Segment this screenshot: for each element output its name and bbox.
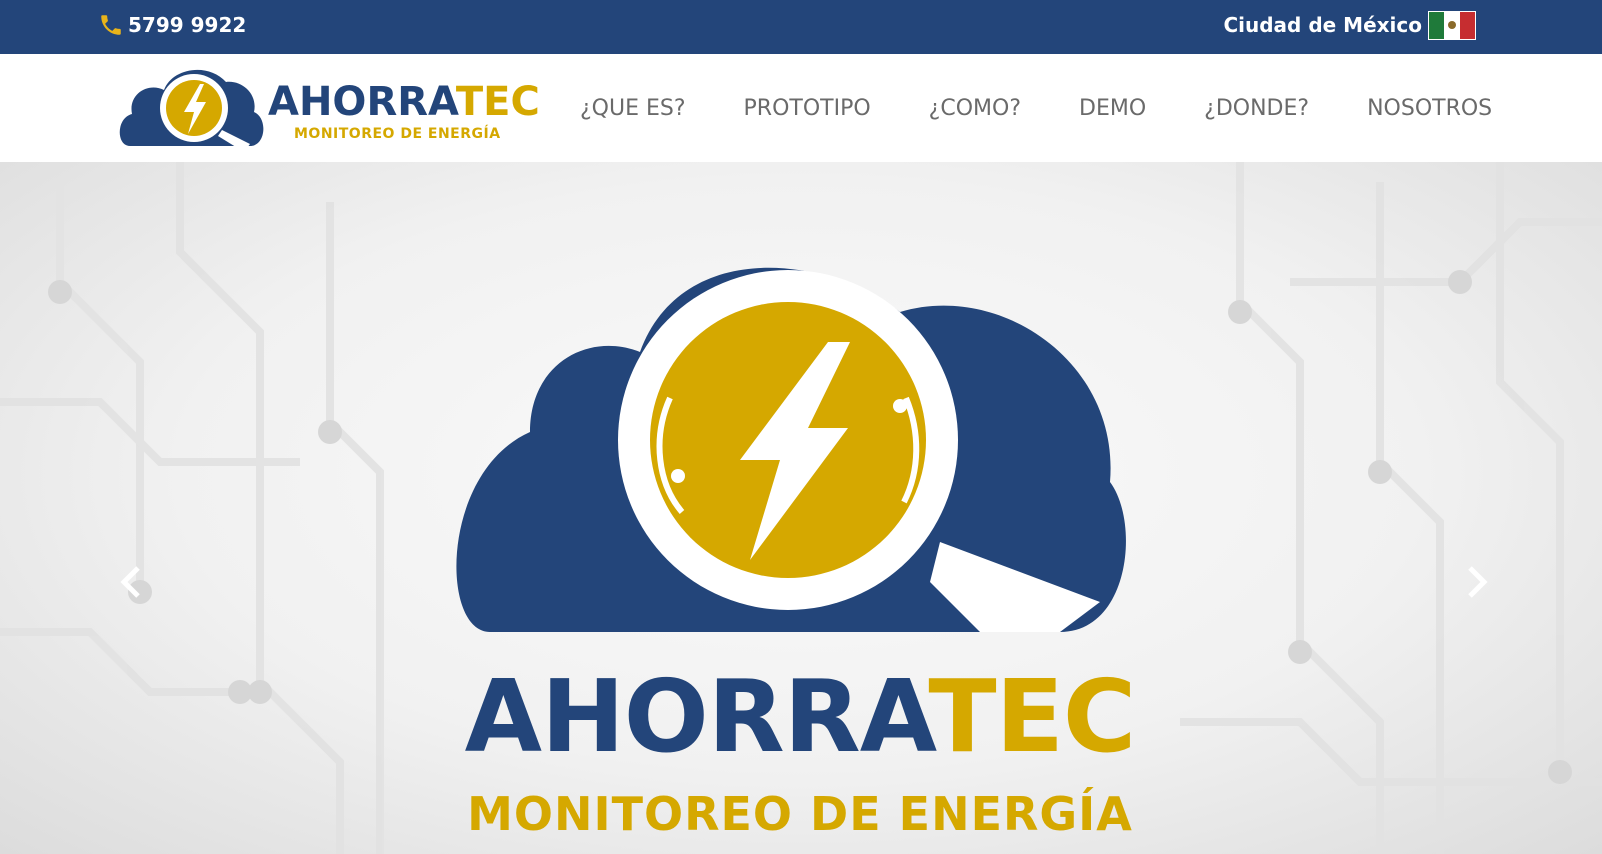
hero-name-part2: TEC bbox=[928, 658, 1136, 775]
chevron-left-icon bbox=[120, 566, 140, 598]
phone-link[interactable]: 5799 9922 bbox=[98, 10, 246, 40]
logo-name-part2: TEC bbox=[455, 79, 540, 125]
hero-carousel: AHORRATEC MONITOREO DE ENERGÍA bbox=[0, 162, 1602, 854]
site-header: AHORRATEC MONITOREO DE ENERGÍA ¿QUE ES? … bbox=[0, 54, 1602, 162]
top-bar: 5799 9922 Ciudad de México bbox=[0, 0, 1602, 54]
hero-logo: AHORRATEC MONITOREO DE ENERGÍA bbox=[420, 222, 1180, 842]
cloud-magnifier-logo-icon bbox=[119, 69, 264, 152]
nav-item-que-es[interactable]: ¿QUE ES? bbox=[580, 96, 686, 121]
site-logo[interactable]: AHORRATEC MONITOREO DE ENERGÍA bbox=[118, 60, 540, 156]
nav-item-demo[interactable]: DEMO bbox=[1079, 96, 1146, 121]
hero-wordmark: AHORRATEC bbox=[420, 662, 1180, 772]
city-label: Ciudad de México bbox=[1223, 13, 1422, 37]
logo-wordmark: AHORRATEC bbox=[268, 82, 540, 122]
mexico-flag-icon bbox=[1428, 10, 1476, 40]
hero-tagline: MONITOREO DE ENERGÍA bbox=[467, 787, 1133, 841]
phone-icon bbox=[101, 15, 121, 35]
carousel-prev-button[interactable] bbox=[112, 562, 152, 602]
phone-number: 5799 9922 bbox=[128, 13, 247, 37]
nav-item-donde[interactable]: ¿DONDE? bbox=[1204, 96, 1309, 121]
nav-item-como[interactable]: ¿COMO? bbox=[929, 96, 1021, 121]
hero-cloud-magnifier-icon bbox=[456, 267, 1126, 632]
hero-name-part1: AHORRA bbox=[464, 658, 930, 775]
nav-item-prototipo[interactable]: PROTOTIPO bbox=[744, 96, 871, 121]
nav-item-nosotros[interactable]: NOSOTROS bbox=[1367, 96, 1492, 121]
main-nav: ¿QUE ES? PROTOTIPO ¿COMO? DEMO ¿DONDE? N… bbox=[580, 84, 1492, 132]
location-selector[interactable]: Ciudad de México bbox=[1223, 10, 1476, 40]
logo-tagline: MONITOREO DE ENERGÍA bbox=[294, 126, 501, 142]
chevron-right-icon bbox=[1468, 566, 1488, 598]
logo-name-part1: AHORRA bbox=[268, 79, 456, 125]
carousel-next-button[interactable] bbox=[1456, 562, 1496, 602]
